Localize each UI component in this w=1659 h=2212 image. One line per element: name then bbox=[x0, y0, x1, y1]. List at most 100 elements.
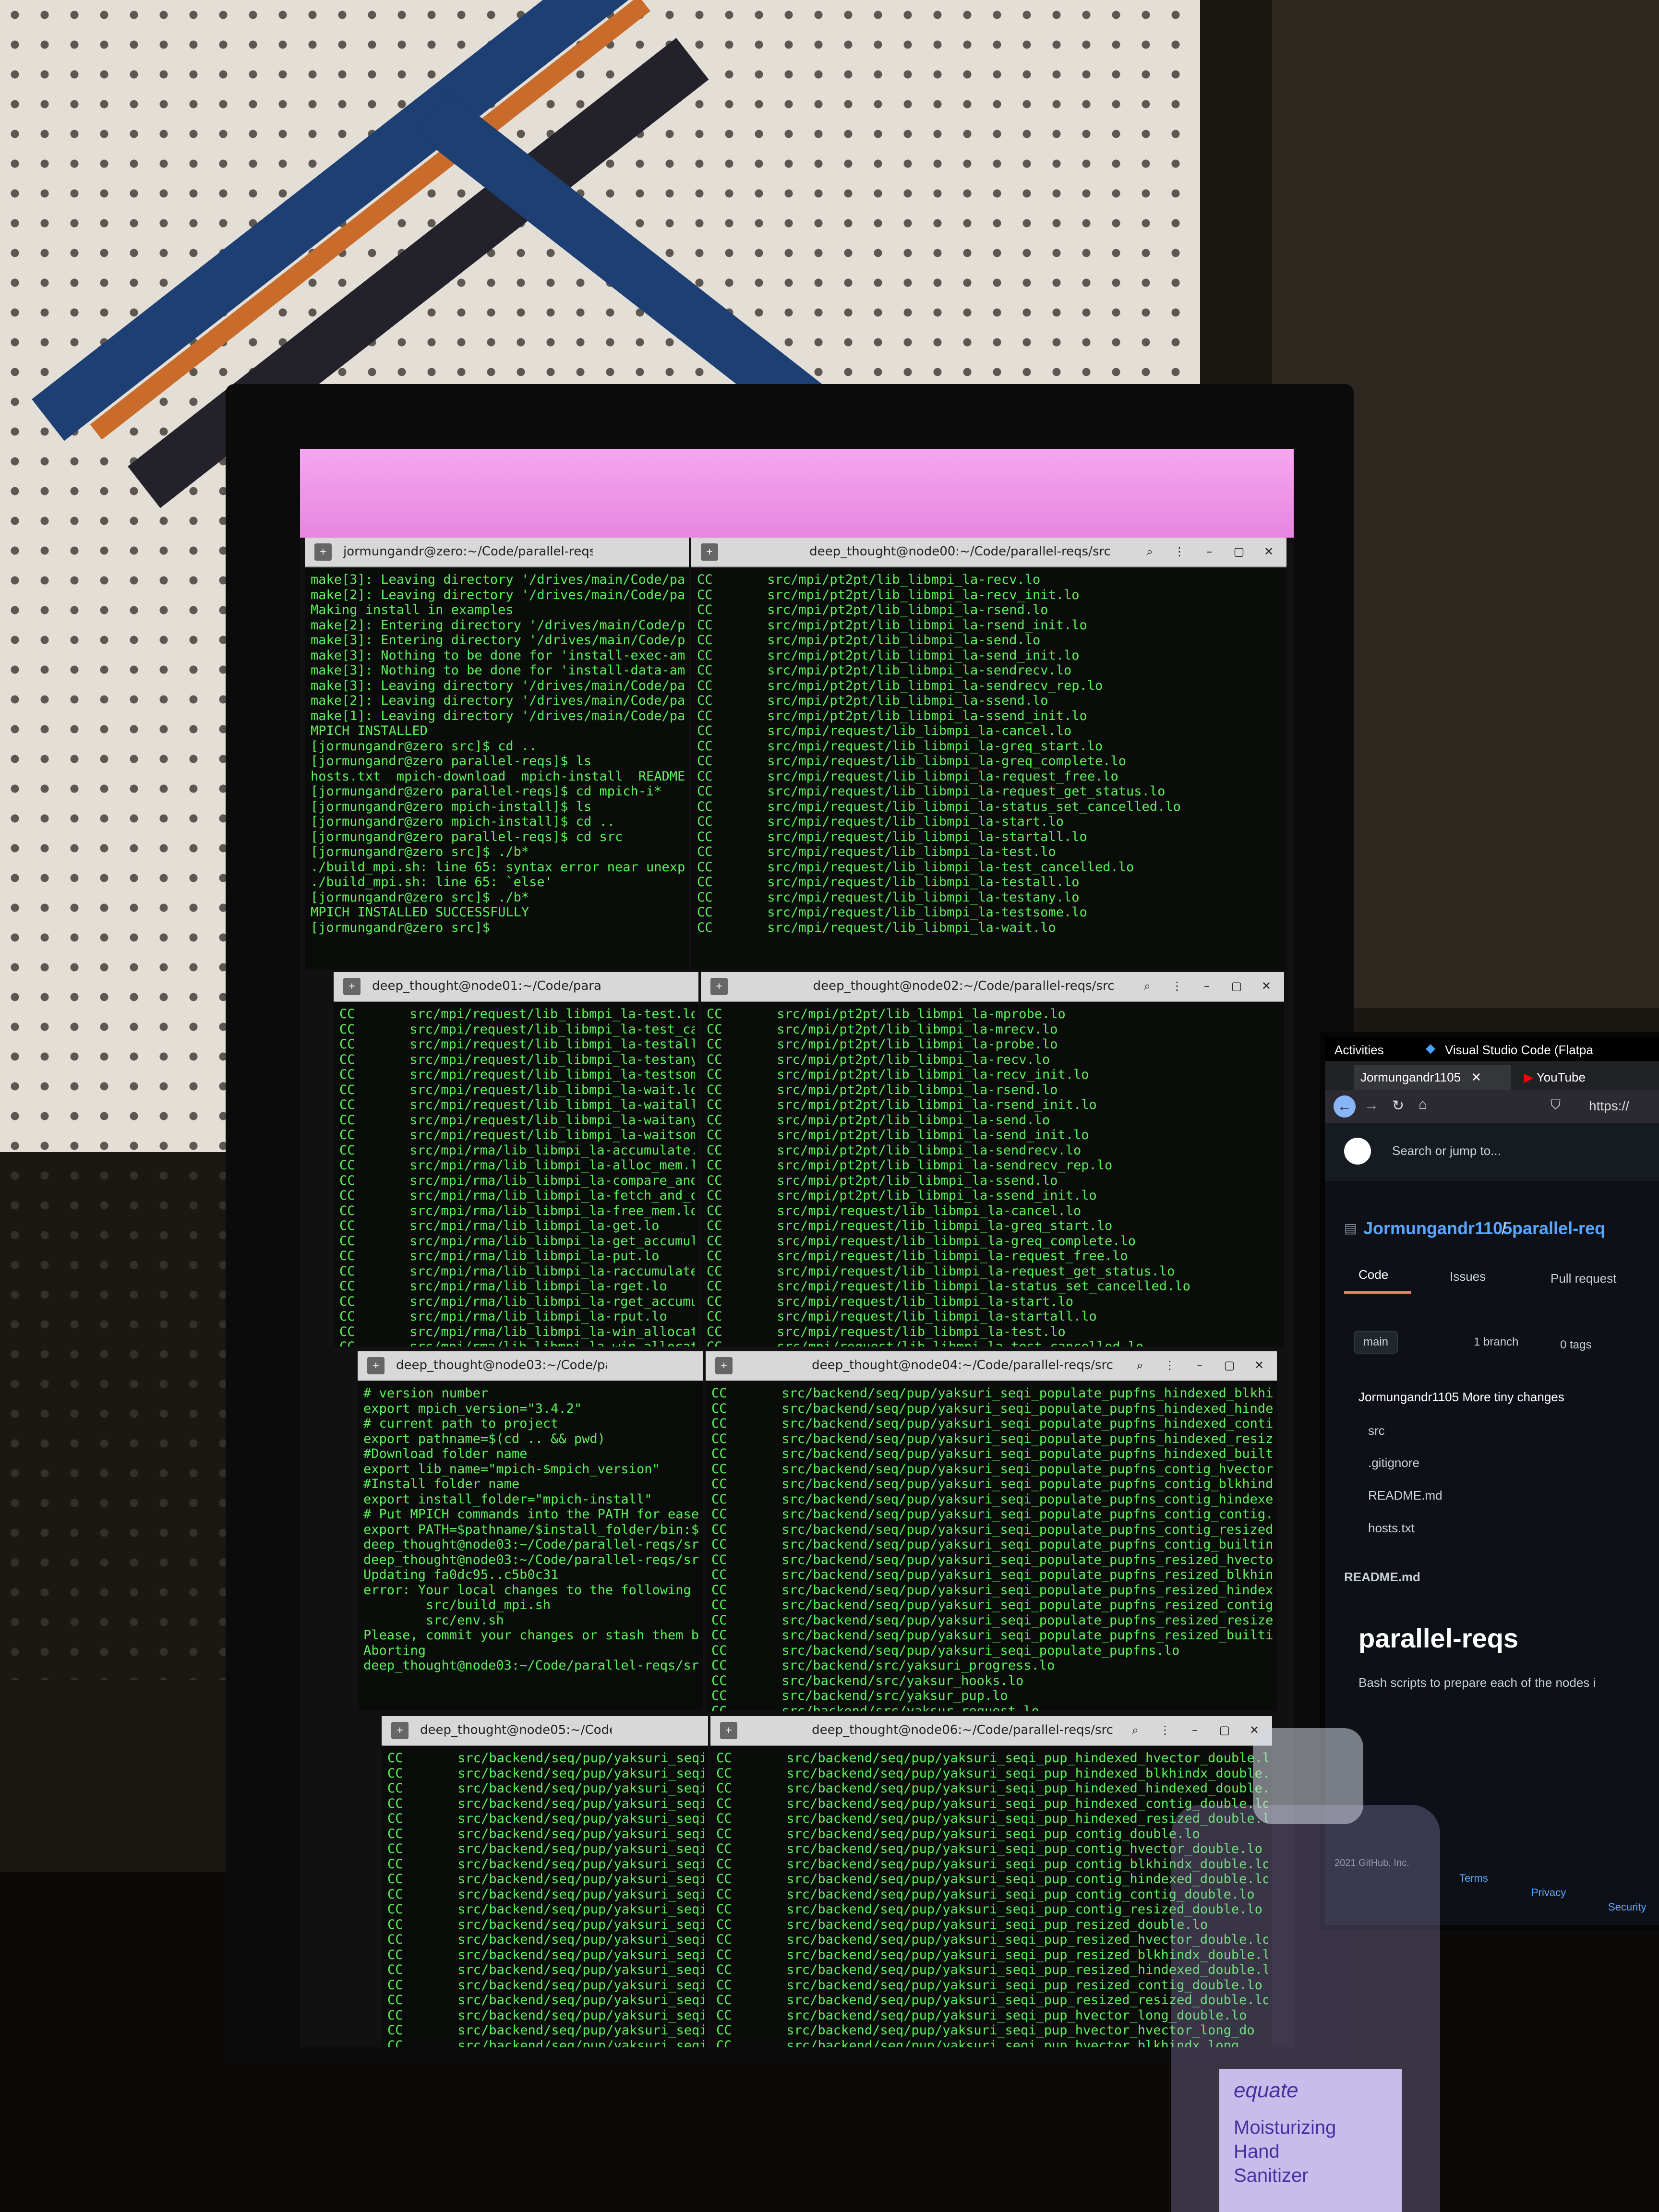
search-icon[interactable]: ⌕ bbox=[1142, 543, 1158, 560]
new-tab-icon[interactable]: + bbox=[391, 1722, 409, 1739]
terminal-line: CC src/mpi/request/lib_libmpi_la-testall… bbox=[697, 875, 1080, 890]
terminal-titlebar[interactable]: + deep_thought@node00:~/Code/parallel-re… bbox=[691, 538, 1286, 567]
url-bar[interactable]: https:// bbox=[1589, 1098, 1629, 1114]
tags-link[interactable]: 0 tags bbox=[1560, 1338, 1591, 1352]
maximize-icon[interactable]: ▢ bbox=[1216, 1722, 1233, 1738]
minimize-icon[interactable]: – bbox=[1187, 1722, 1203, 1738]
new-tab-icon[interactable]: + bbox=[710, 978, 728, 995]
terminal-node02[interactable]: + deep_thought@node02:~/Code/parallel-re… bbox=[701, 972, 1284, 1346]
menu-icon[interactable]: ⋮ bbox=[1171, 543, 1188, 560]
new-tab-icon[interactable]: + bbox=[314, 543, 332, 561]
terminal-line: CC src/backend/seq/pup/yaksuri_seqi_pup_… bbox=[387, 1811, 704, 1826]
terminal-zero[interactable]: + jormungandr@zero:~/Code/parallel-reqs/… bbox=[305, 538, 689, 970]
terminal-line: CC src/backend/seq/pup/yaksuri_seqi_popu… bbox=[711, 1612, 1273, 1628]
terminal-line: [jormungandr@zero src]$ ./b* bbox=[311, 890, 529, 905]
back-icon[interactable]: ← bbox=[1334, 1095, 1356, 1118]
terminal-line: make[3]: Leaving directory '/drives/main… bbox=[311, 678, 685, 693]
search-icon[interactable]: ⌕ bbox=[1132, 1357, 1148, 1373]
close-icon[interactable]: ✕ bbox=[1258, 978, 1274, 994]
github-logo-icon[interactable] bbox=[1344, 1138, 1371, 1165]
close-icon[interactable]: ✕ bbox=[1251, 1357, 1267, 1373]
terminal-titlebar[interactable]: + jormungandr@zero:~/Code/parallel-reqs/… bbox=[305, 538, 689, 567]
maximize-icon[interactable]: ▢ bbox=[1228, 978, 1245, 994]
terminal-line: ./build_mpi.sh: line 65: syntax error ne… bbox=[311, 859, 685, 875]
terminal-line: CC src/backend/seq/pup/yaksuri_seqi_popu… bbox=[711, 1582, 1273, 1598]
new-tab-icon[interactable]: + bbox=[715, 1357, 733, 1374]
github-search-input[interactable]: Search or jump to... bbox=[1392, 1143, 1501, 1158]
terminal-line: CC src/backend/seq/pup/yaksuri_seqi_popu… bbox=[711, 1386, 1273, 1401]
file-item[interactable]: src bbox=[1368, 1423, 1385, 1438]
footer-privacy-link[interactable]: Privacy bbox=[1531, 1887, 1566, 1899]
terminal-line: CC src/mpi/request/lib_libmpi_la-testsom… bbox=[697, 905, 1087, 920]
activities-button[interactable]: Activities bbox=[1334, 1043, 1384, 1058]
github-header: Search or jump to... bbox=[1325, 1123, 1659, 1181]
terminal-line: CC src/backend/seq/pup/yaksuri_seqi_pup_… bbox=[387, 1932, 704, 1947]
search-icon[interactable]: ⌕ bbox=[1127, 1722, 1143, 1738]
tab-issues[interactable]: Issues bbox=[1450, 1269, 1486, 1284]
close-icon[interactable]: ✕ bbox=[1471, 1070, 1481, 1084]
new-tab-icon[interactable]: + bbox=[343, 978, 361, 995]
terminal-line: CC src/mpi/request/lib_libmpi_la-cancel.… bbox=[697, 723, 1072, 738]
terminal-titlebar[interactable]: + deep_thought@node01:~/Code/parallel-re… bbox=[334, 972, 698, 1002]
terminal-line: CC src/mpi/request/lib_libmpi_la-test_ca… bbox=[339, 1022, 695, 1037]
terminal-titlebar[interactable]: + deep_thought@node05:~/Code/parallel-re… bbox=[382, 1716, 708, 1746]
browser-tab-github[interactable]: Jormungandr1105 ✕ bbox=[1354, 1065, 1511, 1090]
branches-link[interactable]: 1 branch bbox=[1474, 1335, 1518, 1349]
terminal-node05[interactable]: + deep_thought@node05:~/Code/parallel-re… bbox=[382, 1716, 708, 2047]
tab-pull-requests[interactable]: Pull request bbox=[1551, 1271, 1616, 1286]
maximize-icon[interactable]: ▢ bbox=[1231, 543, 1247, 560]
tab-code[interactable]: Code bbox=[1358, 1267, 1388, 1282]
terminal-line: Updating fa0dc95..c5b0c31 bbox=[363, 1567, 559, 1582]
terminal-node00[interactable]: + deep_thought@node00:~/Code/parallel-re… bbox=[691, 538, 1286, 970]
terminal-output: CC src/mpi/request/lib_libmpi_la-test.lo… bbox=[339, 1007, 695, 1346]
repo-name-link[interactable]: parallel-req bbox=[1512, 1218, 1605, 1238]
file-item[interactable]: hosts.txt bbox=[1368, 1521, 1415, 1536]
file-item[interactable]: README.md bbox=[1368, 1488, 1443, 1503]
menu-icon[interactable]: ⋮ bbox=[1157, 1722, 1173, 1738]
terminal-line: make[3]: Leaving directory '/drives/main… bbox=[311, 572, 685, 587]
maximize-icon[interactable]: ▢ bbox=[1221, 1357, 1238, 1373]
terminal-line: CC src/backend/seq/pup/yaksuri_seqi_pup_… bbox=[387, 1887, 704, 1902]
terminal-titlebar[interactable]: + deep_thought@node06:~/Code/parallel-re… bbox=[710, 1716, 1272, 1746]
new-tab-icon[interactable]: + bbox=[367, 1357, 385, 1374]
terminal-line: CC src/mpi/rma/lib_libmpi_la-get_accumul… bbox=[339, 1233, 695, 1249]
terminal-line: CC src/mpi/pt2pt/lib_libmpi_la-ssend.lo bbox=[697, 693, 1048, 708]
browser-tab-youtube[interactable]: ▶ YouTube bbox=[1517, 1065, 1592, 1090]
file-item[interactable]: .gitignore bbox=[1368, 1455, 1419, 1470]
new-tab-icon[interactable]: + bbox=[701, 543, 718, 561]
terminal-titlebar[interactable]: + deep_thought@node03:~/Code/parallel-re… bbox=[358, 1351, 703, 1381]
forward-icon[interactable]: → bbox=[1364, 1097, 1379, 1114]
reload-icon[interactable]: ↻ bbox=[1392, 1097, 1404, 1114]
new-tab-icon[interactable]: + bbox=[720, 1722, 737, 1739]
terminal-titlebar[interactable]: + deep_thought@node02:~/Code/parallel-re… bbox=[701, 972, 1284, 1002]
terminal-line: CC src/backend/seq/pup/yaksuri_seqi_pup_… bbox=[387, 1917, 704, 1932]
minimize-icon[interactable]: – bbox=[1199, 978, 1215, 994]
footer-security-link[interactable]: Security bbox=[1608, 1901, 1646, 1913]
terminal-line: CC src/mpi/rma/lib_libmpi_la-rput.lo bbox=[339, 1309, 667, 1324]
terminal-line: CC src/backend/src/yaksuri_progress.lo bbox=[711, 1658, 1055, 1673]
close-icon[interactable]: ✕ bbox=[1261, 543, 1277, 560]
repo-owner-link[interactable]: Jormungandr1105 bbox=[1363, 1218, 1512, 1238]
search-icon[interactable]: ⌕ bbox=[1139, 978, 1155, 994]
active-app-name: Visual Studio Code (Flatpa bbox=[1445, 1043, 1593, 1057]
home-icon[interactable]: ⌂ bbox=[1419, 1096, 1427, 1113]
minimize-icon[interactable]: – bbox=[1191, 1357, 1208, 1373]
menu-icon[interactable]: ⋮ bbox=[1162, 1357, 1178, 1373]
terminal-line: CC src/backend/seq/pup/yaksuri_seqi_popu… bbox=[711, 1461, 1273, 1477]
terminal-line: MPICH INSTALLED bbox=[311, 723, 428, 738]
minimize-icon[interactable]: – bbox=[1201, 543, 1217, 560]
terminal-node03[interactable]: + deep_thought@node03:~/Code/parallel-re… bbox=[358, 1351, 703, 1711]
terminal-line: CC src/mpi/rma/lib_libmpi_la-win_allocat… bbox=[339, 1339, 695, 1346]
terminal-line: CC src/backend/seq/pup/yaksuri_seqi_pup_… bbox=[387, 1902, 704, 1917]
terminal-title: deep_thought@node00:~/Code/parallel-reqs… bbox=[809, 544, 1111, 559]
terminal-node01[interactable]: + deep_thought@node01:~/Code/parallel-re… bbox=[334, 972, 698, 1346]
menu-icon[interactable]: ⋮ bbox=[1169, 978, 1185, 994]
terminal-node04[interactable]: + deep_thought@node04:~/Code/parallel-re… bbox=[706, 1351, 1277, 1711]
footer-terms-link[interactable]: Terms bbox=[1459, 1872, 1488, 1885]
terminal-line: CC src/backend/seq/pup/yaksuri_seqi_pup_… bbox=[716, 1781, 1268, 1796]
terminal-titlebar[interactable]: + deep_thought@node04:~/Code/parallel-re… bbox=[706, 1351, 1277, 1381]
terminal-line: CC src/mpi/pt2pt/lib_libmpi_la-rsend.lo bbox=[707, 1082, 1058, 1097]
branch-dropdown[interactable]: main bbox=[1354, 1331, 1398, 1354]
terminal-line: make[2]: Leaving directory '/drives/main… bbox=[311, 587, 685, 602]
latest-commit[interactable]: Jormungandr1105 More tiny changes bbox=[1358, 1390, 1564, 1405]
